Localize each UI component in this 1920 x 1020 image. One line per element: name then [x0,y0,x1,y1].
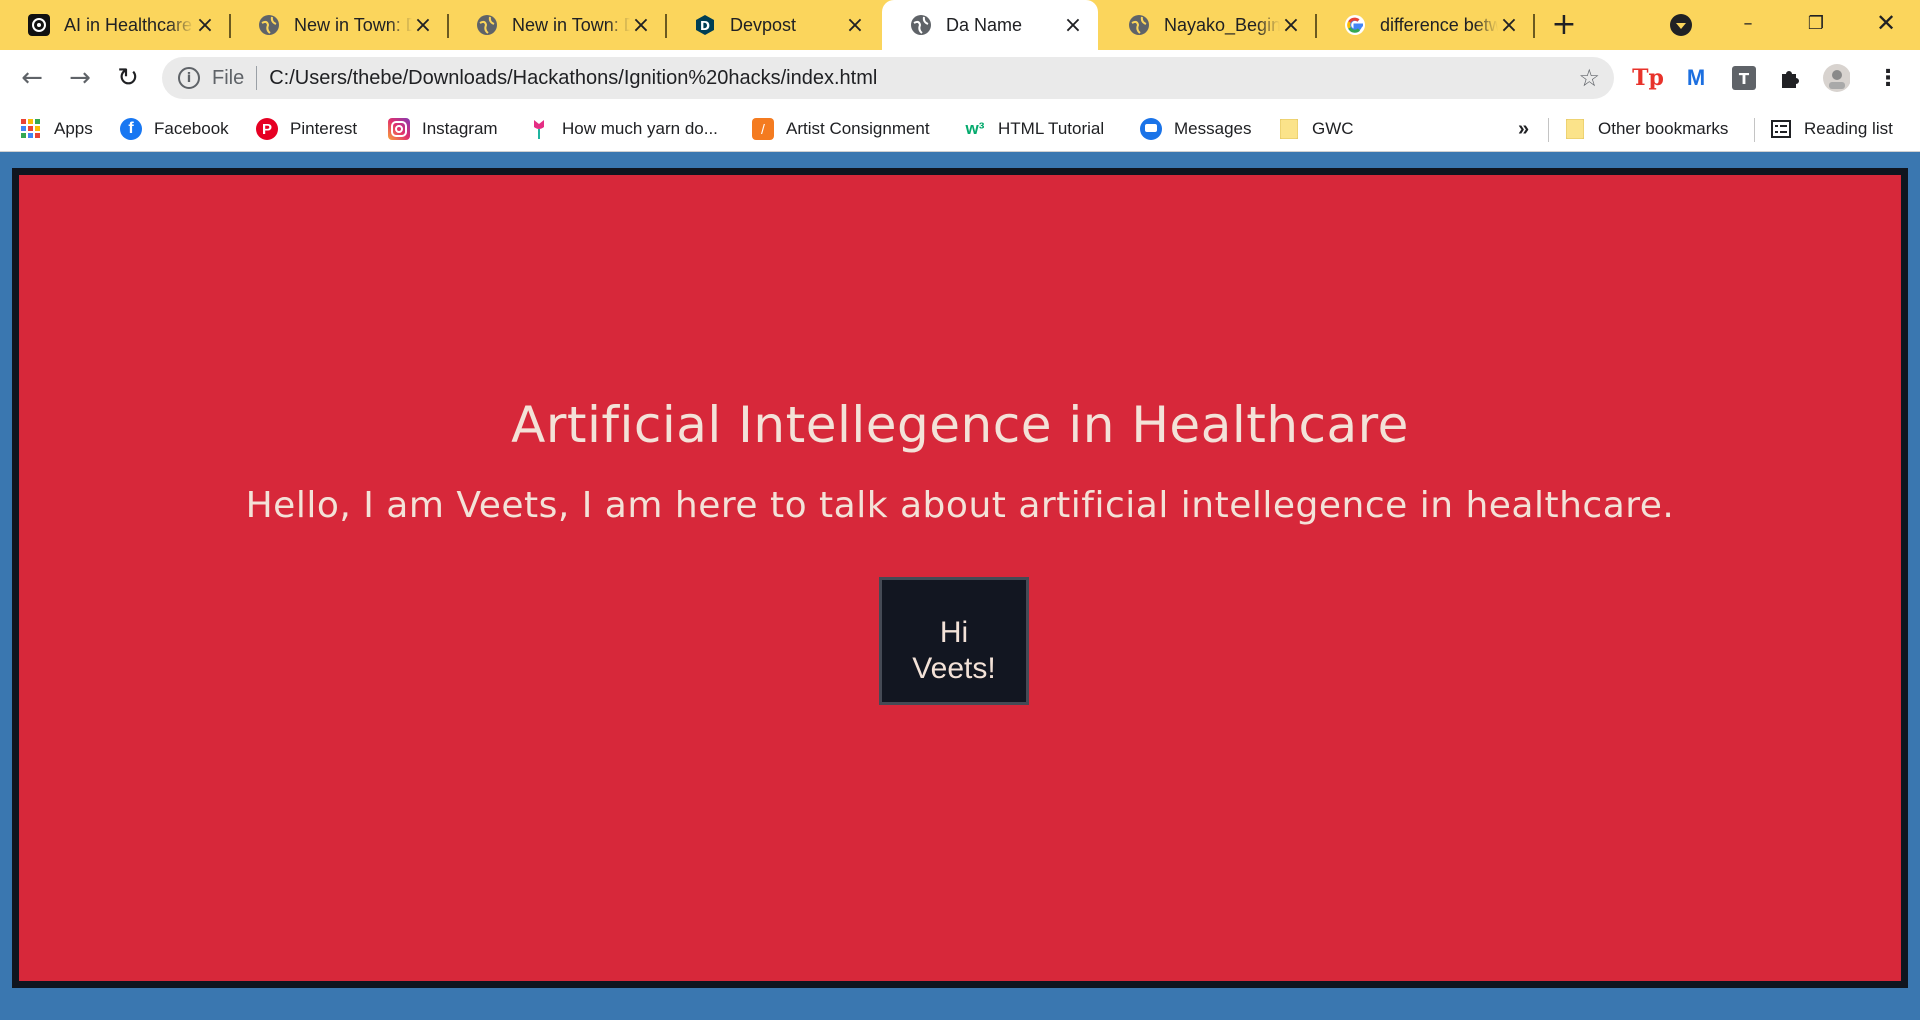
tab-ai-in-healthcare[interactable]: AI in Healthcare × [0,0,231,50]
bookmark-label: Reading list [1804,119,1893,138]
reading-list-button[interactable]: Reading list [1770,116,1893,142]
tab-new-in-town-2[interactable]: New in Town: D × [448,0,667,50]
bookmark-instagram[interactable]: Instagram [388,116,498,142]
bookmark-label: GWC [1312,119,1354,138]
bookmarks-overflow-button[interactable]: » [1518,116,1529,142]
tulip-icon [528,118,550,140]
url-divider [256,66,258,90]
tab-title: Da Name [946,14,1023,35]
minimize-button[interactable]: – [1714,0,1782,46]
bookmark-label: Facebook [154,119,229,138]
bookmark-other[interactable]: Other bookmarks [1564,116,1728,142]
bookmarks-divider [1548,118,1549,142]
address-bar[interactable]: i File C:/Users/thebe/Downloads/Hackatho… [162,57,1614,99]
bookmark-gwc[interactable]: GWC [1278,116,1354,142]
button-line-2: Veets! [912,652,996,685]
globe-icon [1128,14,1150,36]
bookmark-messages[interactable]: Messages [1140,116,1251,142]
bookmark-label: How much yarn do... [562,119,718,138]
close-icon[interactable]: × [844,13,866,38]
close-icon[interactable]: × [630,13,652,38]
svg-text:D: D [700,19,710,33]
hero-panel: Artificial Intellegence in Healthcare He… [12,168,1908,988]
hi-veets-button[interactable]: Hi Veets! [879,577,1029,705]
instagram-icon [388,118,410,140]
malwarebytes-extension-icon[interactable]: M [1682,64,1710,92]
close-icon[interactable]: × [1498,13,1520,38]
globe-icon [476,14,498,36]
devpost-icon: D [694,14,716,36]
tab-new-in-town-1[interactable]: New in Town: D × [230,0,449,50]
tab-title: New in Town: D [512,14,630,35]
bookmark-label: HTML Tutorial [998,119,1105,138]
bookmark-label: Artist Consignment [786,119,930,138]
artist-consignment-icon: / [752,118,774,140]
url-text[interactable]: C:/Users/thebe/Downloads/Hackathons/Igni… [269,67,877,90]
profile-avatar[interactable] [1822,64,1850,92]
svg-text:T: T [1739,70,1750,88]
forward-button[interactable]: → [64,62,96,94]
pinterest-icon: P [256,118,278,140]
reading-list-icon [1770,118,1792,140]
bookmark-label: Instagram [422,119,498,138]
bookmark-apps[interactable]: Apps [20,116,93,142]
bookmarks-bar: Apps f Facebook P Pinterest Instagram Ho… [0,106,1920,152]
extensions-puzzle-icon[interactable] [1776,64,1804,92]
intro-text: Hello, I am Veets, I am here to talk abo… [245,485,1675,526]
back-button[interactable]: ← [16,62,48,94]
tab-title: Devpost [730,14,797,35]
restore-button[interactable]: ❐ [1782,0,1850,46]
bookmark-html-tutorial[interactable]: w³ HTML Tutorial [964,116,1105,142]
globe-icon [910,14,932,36]
reload-button[interactable]: ↻ [112,62,144,94]
tab-strip: AI in Healthcare × New in Town: D × New … [0,0,1920,50]
close-icon[interactable]: × [412,13,434,38]
close-icon[interactable]: × [194,13,216,38]
tp-extension-icon[interactable]: Tp [1632,64,1664,92]
bookmark-facebook[interactable]: f Facebook [120,116,229,142]
new-tab-button[interactable]: + [1548,10,1580,42]
bookmark-label: Messages [1174,119,1252,138]
bookmark-label: Other bookmarks [1598,119,1729,138]
menu-kebab-icon[interactable]: ⋮ [1874,64,1902,92]
close-icon[interactable]: × [1280,13,1302,38]
bookmark-label: Apps [54,119,93,138]
google-icon [1344,14,1366,36]
bookmark-star-icon[interactable]: ☆ [1578,64,1600,92]
page-viewport: Artificial Intellegence in Healthcare He… [0,152,1920,1020]
tab-devpost[interactable]: D Devpost × [666,0,880,50]
close-window-button[interactable]: ✕ [1852,0,1920,46]
w3schools-icon: w³ [965,119,985,138]
button-line-1: Hi [939,616,969,649]
bookmarks-divider [1754,118,1755,142]
bookmark-artist-consignment[interactable]: / Artist Consignment [752,116,930,142]
info-icon[interactable]: i [178,67,200,89]
bookmark-label: Pinterest [290,119,358,138]
facebook-icon: f [120,118,142,140]
t-extension-icon[interactable]: T [1730,64,1758,92]
close-icon[interactable]: × [1062,13,1084,38]
ai-logo-icon [28,14,50,36]
apps-grid-icon [20,118,42,140]
tab-title: Nayako_Beginn [1164,14,1280,35]
tab-search-icon[interactable] [1670,14,1692,36]
folder-icon [1278,118,1300,140]
url-scheme: File [212,66,245,89]
browser-toolbar: ← → ↻ i File C:/Users/thebe/Downloads/Ha… [0,50,1920,106]
tab-title: New in Town: D [294,14,412,35]
folder-icon [1564,118,1586,140]
globe-icon [258,14,280,36]
tab-title: AI in Healthcare [64,14,193,35]
tab-da-name[interactable]: Da Name × [882,0,1098,50]
tab-title: difference betw [1380,14,1498,35]
tab-nayako[interactable]: Nayako_Beginn × [1100,0,1317,50]
tab-divider [1533,14,1535,38]
bookmark-pinterest[interactable]: P Pinterest [256,116,357,142]
tab-difference[interactable]: difference betw × [1316,0,1535,50]
bookmark-yarn[interactable]: How much yarn do... [528,116,718,142]
messages-icon [1140,118,1162,140]
page-title: Artificial Intellegence in Healthcare [511,396,1409,454]
